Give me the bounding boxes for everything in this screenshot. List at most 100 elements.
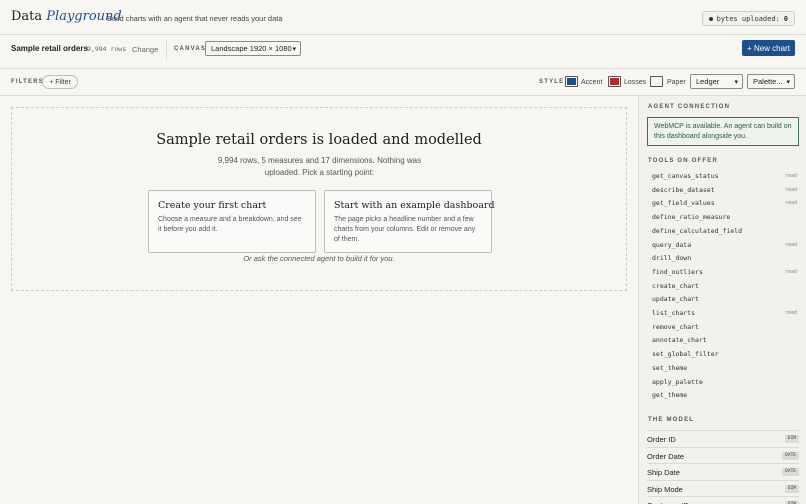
tool-item[interactable]: get_theme [652,391,797,404]
style-label: STYLE [539,79,565,85]
field-type-badge: DATE [782,468,799,476]
brand-plain: Data [11,9,43,24]
canvas-empty-state: Sample retail orders is loaded and model… [11,107,627,291]
agent-status-message: WebMCP is available. An agent can build … [647,117,799,146]
canvas-label: CANVAS [174,46,207,52]
status-dot-icon [708,16,713,21]
tagline: Build charts with an agent that never re… [107,14,283,23]
tool-item[interactable]: set_global_filter [652,350,797,363]
dataset-row-count: 9,994 rows [87,45,127,53]
tool-item[interactable]: define_ratio_measure [652,213,797,226]
card-body: Choose a measure and a breakdown, and se… [158,216,302,233]
accent-color-fill [567,78,576,85]
tool-item[interactable]: apply_palette [652,378,797,391]
losses-color-fill [610,78,619,85]
field-name: Order ID [647,435,676,444]
tool-name: drill_down [652,254,692,263]
tool-name: set_theme [652,363,688,372]
dataset-bar: Sample retail orders 9,994 rows Change C… [0,35,806,69]
tool-item[interactable]: update_chart [652,295,797,308]
field-name: Ship Date [647,468,680,477]
tool-name: define_calculated_field [652,226,743,235]
field-name: Ship Mode [647,484,683,494]
model-heading: THE MODEL [648,417,695,423]
app-logo[interactable]: Data Playground [11,9,122,24]
model-field-row[interactable]: Customer IDDIM [647,496,799,504]
read-only-tag: read [784,186,797,193]
losses-label: Losses [624,79,647,86]
tool-name: set_global_filter [652,350,719,359]
tool-name: create_chart [652,281,699,290]
agent-panel: AGENT CONNECTION WebMCP is available. An… [638,96,806,504]
chevron-down-icon: ▾ [786,79,790,86]
add-filter-button[interactable]: + Filter [42,75,78,89]
theme-select[interactable]: Ledger ▾ [690,74,743,89]
model-field-row[interactable]: Ship Date DATE [647,463,799,479]
example-dashboard-card[interactable]: Start with an example dashboard The page… [324,190,495,253]
create-first-chart-card[interactable]: Create your first chart Choose a measure… [148,190,316,253]
tool-name: update_chart [652,295,699,304]
filter-bar: FILTERS + Filter STYLE Accent Losses Pap… [0,69,806,96]
tool-item[interactable]: create_chart [652,282,797,295]
tool-name: query_data [652,240,692,249]
palette-select[interactable]: Palette... ▾ [747,74,795,89]
page-title: Sample retail orders is loaded and model… [156,132,482,148]
card-body: The page picks a headline number and a f… [334,216,476,243]
tool-name: list_charts [652,309,696,317]
losses-color-swatch[interactable] [608,76,621,87]
read-only-tag: read [784,268,797,275]
accent-color-swatch[interactable] [565,76,578,87]
tool-name: describe_dataset [652,185,715,194]
divider [166,41,167,60]
accent-label: Accent [581,79,603,86]
tool-item[interactable]: get_canvas_status read [652,172,797,185]
paper-color-fill [652,78,661,85]
tool-item[interactable]: drill_down [652,254,797,267]
page-subtitle: 9,994 rows, 5 measures and 17 dimensions… [217,156,422,177]
tool-name: get_field_values [652,199,715,208]
bytes-uploaded-badge: bytes uploaded: 0 [701,11,795,26]
field-type-badge: DIM [784,435,799,443]
tool-name: apply_palette [652,377,703,386]
paper-color-swatch[interactable] [650,76,663,87]
tool-item[interactable]: remove_chart [652,323,797,336]
dataset-name: Sample retail orders [11,44,88,53]
canvas-size-select[interactable]: Landscape 1920 × 1080 ▾ [205,41,301,56]
field-type-badge: DATE [782,451,799,460]
bytes-label: bytes uploaded: [716,14,780,23]
read-only-tag: read [784,173,797,179]
tool-item[interactable]: set_theme [652,364,797,377]
tool-item[interactable]: define_calculated_field [652,227,797,240]
canvas-size-value: Landscape 1920 × 1080 [211,44,292,53]
model-field-row[interactable]: Order Date DATE [647,446,799,463]
tool-name: remove_chart [652,322,699,331]
change-dataset-link[interactable]: Change [132,45,158,54]
chevron-down-icon: ▾ [292,46,296,53]
bytes-value: 0 [783,14,788,23]
read-only-tag: read [784,200,797,207]
tool-item[interactable]: list_charts read [652,309,797,322]
filters-label: FILTERS [11,79,44,85]
tool-item[interactable]: find_outliers read [652,268,797,281]
tool-item[interactable]: query_data read [652,241,797,254]
tool-name: find_outliers [652,267,703,276]
read-only-tag: read [784,241,797,248]
tool-name: annotate_chart [652,336,707,345]
new-chart-button[interactable]: + New chart [742,40,795,56]
palette-value: Palette... [753,77,783,86]
field-type-badge: DIM [784,484,799,493]
tool-name: get_theme [652,391,688,400]
card-title: Start with an example dashboard [334,200,495,211]
tool-item[interactable]: describe_dataset read [652,186,797,199]
chevron-down-icon: ▾ [734,79,738,86]
paper-label: Paper [667,79,686,86]
tool-name: get_canvas_status [652,172,719,180]
read-only-tag: read [784,310,797,316]
tool-item[interactable]: annotate_chart [652,336,797,349]
tool-item[interactable]: get_field_values read [652,199,797,212]
tools-heading: TOOLS ON OFFER [648,158,719,164]
model-field-row[interactable]: Order ID DIM [647,430,799,446]
field-name: Order Date [647,451,685,461]
model-field-row[interactable]: Ship Mode DIM [647,479,799,496]
card-title: Create your first chart [158,200,267,211]
